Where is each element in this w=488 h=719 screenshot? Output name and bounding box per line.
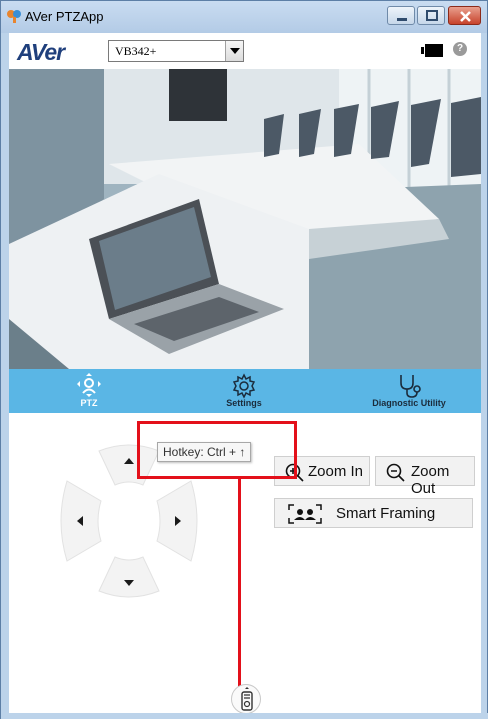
hotkey-tooltip: Hotkey: Ctrl + ↑ [157, 442, 252, 462]
pan-down-button[interactable] [119, 573, 139, 593]
tab-settings-label: Settings [226, 398, 262, 408]
camera-status-icon [421, 44, 443, 57]
smart-framing-icon [288, 504, 322, 524]
chevron-down-icon[interactable] [225, 41, 243, 61]
tab-settings[interactable]: Settings [214, 369, 274, 413]
tab-diagnostic-label: Diagnostic Utility [372, 398, 446, 408]
window-bottom-border [1, 713, 488, 719]
camera-select-value: VB342+ [115, 44, 157, 58]
tab-diagnostic-utility[interactable]: Diagnostic Utility [354, 369, 464, 413]
title-bar[interactable]: AVer PTZApp [1, 1, 487, 33]
zoom-in-label: Zoom In [308, 463, 364, 480]
minimize-button[interactable] [387, 6, 415, 25]
stethoscope-icon [400, 375, 421, 398]
app-window: AVer PTZApp AVer VB342+ ? PTZ Settings D… [0, 0, 488, 719]
zoom-out-icon [386, 463, 405, 482]
ptz-icon [77, 373, 101, 397]
app-icon [7, 10, 21, 23]
camera-preview [9, 69, 481, 369]
maximize-button[interactable] [417, 6, 445, 25]
smart-framing-button[interactable]: Smart Framing [274, 498, 473, 528]
remote-control-button[interactable] [231, 684, 261, 714]
app-header: AVer VB342+ ? [9, 33, 481, 69]
tab-bar: PTZ Settings Diagnostic Utility [9, 369, 481, 413]
gear-icon [232, 373, 256, 399]
aver-logo: AVer [17, 39, 65, 65]
help-icon[interactable]: ? [453, 42, 467, 56]
pan-up-button[interactable] [119, 451, 139, 471]
zoom-out-label: Zoom Out [411, 463, 450, 497]
callout-line [238, 479, 241, 709]
close-button[interactable] [448, 6, 481, 25]
pan-left-button[interactable] [70, 511, 90, 531]
conference-room-image [9, 69, 481, 369]
tab-ptz[interactable]: PTZ [64, 369, 114, 413]
smart-framing-label: Smart Framing [336, 505, 436, 522]
tab-ptz-label: PTZ [80, 398, 98, 408]
remote-icon [241, 687, 253, 711]
pan-right-button[interactable] [168, 511, 188, 531]
window-title: AVer PTZApp [25, 9, 104, 24]
app-client-area: AVer VB342+ ? PTZ Settings Diagnostic Ut… [9, 33, 481, 713]
zoom-out-button[interactable]: Zoom Out [375, 456, 475, 497]
camera-select[interactable]: VB342+ [108, 40, 244, 62]
